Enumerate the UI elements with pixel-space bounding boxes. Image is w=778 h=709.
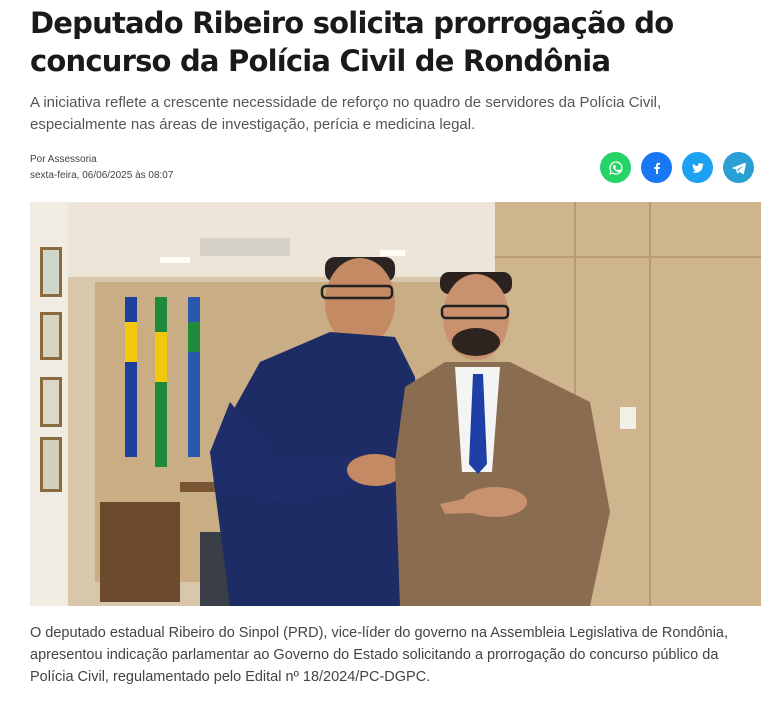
share-telegram-button[interactable] <box>723 152 754 183</box>
article: Deputado Ribeiro solicita prorrogação do… <box>0 0 778 709</box>
telegram-icon <box>731 162 746 174</box>
share-bar <box>600 152 754 183</box>
share-twitter-button[interactable] <box>682 152 713 183</box>
article-headline: Deputado Ribeiro solicita prorrogação do… <box>30 6 674 78</box>
article-lead: O deputado estadual Ribeiro do Sinpol (P… <box>30 625 729 685</box>
share-whatsapp-button[interactable] <box>600 152 631 183</box>
two-men-in-office-photo <box>30 202 761 606</box>
article-photo <box>30 202 761 606</box>
twitter-icon <box>691 162 704 173</box>
publish-date: sexta-feira, 06/06/2025 às 08:07 <box>30 170 174 181</box>
author-label: Por Assessoria <box>30 154 97 165</box>
whatsapp-icon <box>608 160 623 175</box>
article-subtitle: A iniciativa reflete a crescente necessi… <box>30 94 662 133</box>
byline: Por Assessoria sexta-feira, 06/06/2025 à… <box>30 152 173 184</box>
facebook-icon <box>653 162 660 174</box>
share-facebook-button[interactable] <box>641 152 672 183</box>
